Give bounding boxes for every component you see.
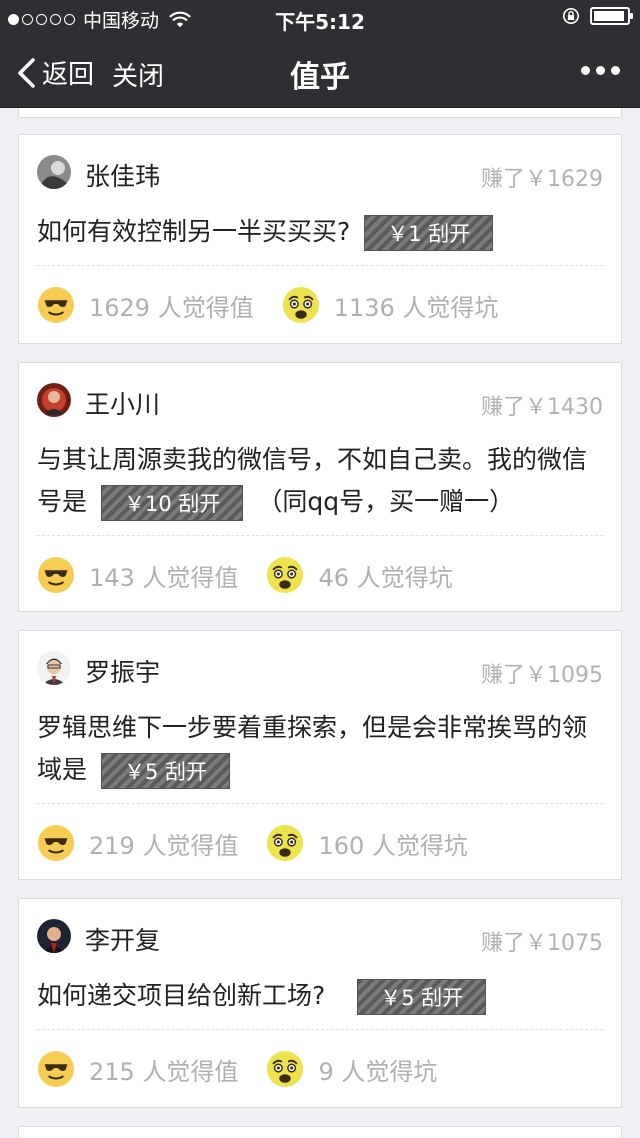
pit-count: 1136 人觉得坑	[333, 293, 499, 322]
pit-vote-button[interactable]: 1136 人觉得坑	[282, 286, 499, 324]
more-dot-icon	[581, 66, 590, 75]
back-label: 返回	[42, 60, 95, 90]
battery-level	[594, 11, 625, 21]
card-divider	[37, 1029, 603, 1030]
avatar[interactable]	[37, 383, 71, 417]
worth-count: 1629 人觉得值	[89, 293, 254, 322]
pit-count: 160 人觉得坑	[318, 831, 468, 860]
more-dot-icon	[596, 66, 605, 75]
question-suffix: （同qq号，买一赠一）	[257, 487, 515, 516]
vote-row: 219 人觉得值 160 人觉得坑	[37, 821, 468, 865]
pit-count: 9 人觉得坑	[318, 1057, 438, 1086]
scratch-reveal-button[interactable]: ￥1 刮开	[364, 215, 494, 251]
card-header: 张佳玮 赚了￥1629	[19, 135, 621, 205]
worth-count: 219 人觉得值	[89, 831, 239, 860]
earned-amount: 赚了￥1629	[481, 167, 603, 192]
chevron-left-icon	[18, 57, 35, 88]
earned-amount: 赚了￥1430	[481, 395, 603, 420]
pit-vote-button[interactable]: 46 人觉得坑	[266, 556, 453, 594]
earned-amount: 赚了￥1095	[481, 663, 603, 688]
more-options-button[interactable]	[581, 66, 620, 75]
question-text[interactable]: 与其让周源卖我的微信号，不如自己卖。我的微信号是 ￥10 刮开 （同qq号，买一…	[37, 439, 591, 523]
pit-count: 46 人觉得坑	[318, 563, 453, 592]
pit-vote-button[interactable]: 9 人觉得坑	[266, 1050, 437, 1088]
vote-row: 143 人觉得值 46 人觉得坑	[37, 553, 453, 597]
close-button[interactable]: 关闭	[112, 56, 164, 93]
cool-face-icon	[37, 286, 75, 324]
card-header: 王小川 赚了￥1430	[19, 363, 621, 433]
answer-card[interactable]: 罗振宇 赚了￥1095 罗辑思维下一步要着重探索，但是会非常挨骂的领域是 ￥5 …	[18, 630, 622, 880]
author-name[interactable]: 李开复	[85, 921, 160, 957]
card-divider	[37, 803, 603, 804]
avatar[interactable]	[37, 919, 71, 953]
previous-card-edge	[18, 108, 622, 118]
scared-face-icon	[282, 286, 319, 324]
card-header: 李开复 赚了￥1075	[19, 899, 621, 969]
pit-vote-button[interactable]: 160 人觉得坑	[266, 824, 468, 862]
scared-face-icon	[267, 556, 304, 594]
scared-face-icon	[267, 824, 304, 862]
worth-count: 215 人觉得值	[89, 1057, 239, 1086]
cool-face-icon	[37, 1050, 75, 1088]
scratch-reveal-button[interactable]: ￥5 刮开	[100, 753, 231, 789]
battery-icon	[590, 7, 633, 25]
answer-card[interactable]: 李开复 赚了￥1075 如何递交项目给创新工场? ￥5 刮开 215 人觉得值	[18, 898, 622, 1108]
author-name[interactable]: 张佳玮	[85, 157, 160, 193]
status-time: 下午5:12	[275, 10, 365, 34]
question-body: 如何有效控制另一半买买买?	[37, 217, 351, 246]
answer-feed[interactable]: 张佳玮 赚了￥1629 如何有效控制另一半买买买? ￥1 刮开 1629 人觉得…	[0, 108, 640, 1138]
rotation-lock-icon	[562, 7, 580, 25]
back-button[interactable]: 返回	[16, 54, 94, 91]
cool-face-icon	[37, 824, 75, 862]
card-divider	[37, 535, 603, 536]
question-text[interactable]: 如何有效控制另一半买买买? ￥1 刮开	[37, 211, 591, 253]
scared-face-icon	[267, 1050, 304, 1088]
worth-vote-button[interactable]: 219 人觉得值	[37, 824, 238, 862]
page-title: 值乎	[290, 60, 350, 95]
card-divider	[37, 265, 603, 266]
vote-row: 1629 人觉得值 1136 人觉得坑	[37, 283, 498, 327]
worth-vote-button[interactable]: 215 人觉得值	[37, 1050, 238, 1088]
answer-card[interactable]: 王小川 赚了￥1430 与其让周源卖我的微信号，不如自己卖。我的微信号是 ￥10…	[18, 362, 622, 612]
worth-vote-button[interactable]: 143 人觉得值	[37, 556, 238, 594]
scratch-reveal-button[interactable]: ￥10 刮开	[100, 485, 244, 521]
nav-bar: 返回 关闭 值乎	[0, 36, 640, 108]
avatar[interactable]	[37, 155, 71, 189]
status-bar: 中国移动 下午5:12	[0, 0, 640, 36]
answer-card[interactable]	[18, 1126, 622, 1138]
scratch-reveal-button[interactable]: ￥5 刮开	[357, 979, 487, 1015]
card-header: 罗振宇 赚了￥1095	[19, 631, 621, 701]
author-name[interactable]: 罗振宇	[85, 653, 160, 689]
worth-count: 143 人觉得值	[89, 563, 239, 592]
question-text[interactable]: 罗辑思维下一步要着重探索，但是会非常挨骂的领域是 ￥5 刮开	[37, 707, 591, 791]
more-dot-icon	[611, 66, 620, 75]
worth-vote-button[interactable]: 1629 人觉得值	[37, 286, 254, 324]
question-text[interactable]: 如何递交项目给创新工场? ￥5 刮开	[37, 975, 591, 1017]
earned-amount: 赚了￥1075	[481, 931, 603, 956]
avatar[interactable]	[37, 651, 71, 685]
vote-row: 215 人觉得值 9 人觉得坑	[37, 1047, 437, 1091]
answer-card[interactable]: 张佳玮 赚了￥1629 如何有效控制另一半买买买? ￥1 刮开 1629 人觉得…	[18, 134, 622, 344]
author-name[interactable]: 王小川	[85, 385, 160, 421]
status-right	[562, 6, 633, 26]
question-body: 如何递交项目给创新工场?	[37, 981, 326, 1010]
cool-face-icon	[37, 556, 75, 594]
